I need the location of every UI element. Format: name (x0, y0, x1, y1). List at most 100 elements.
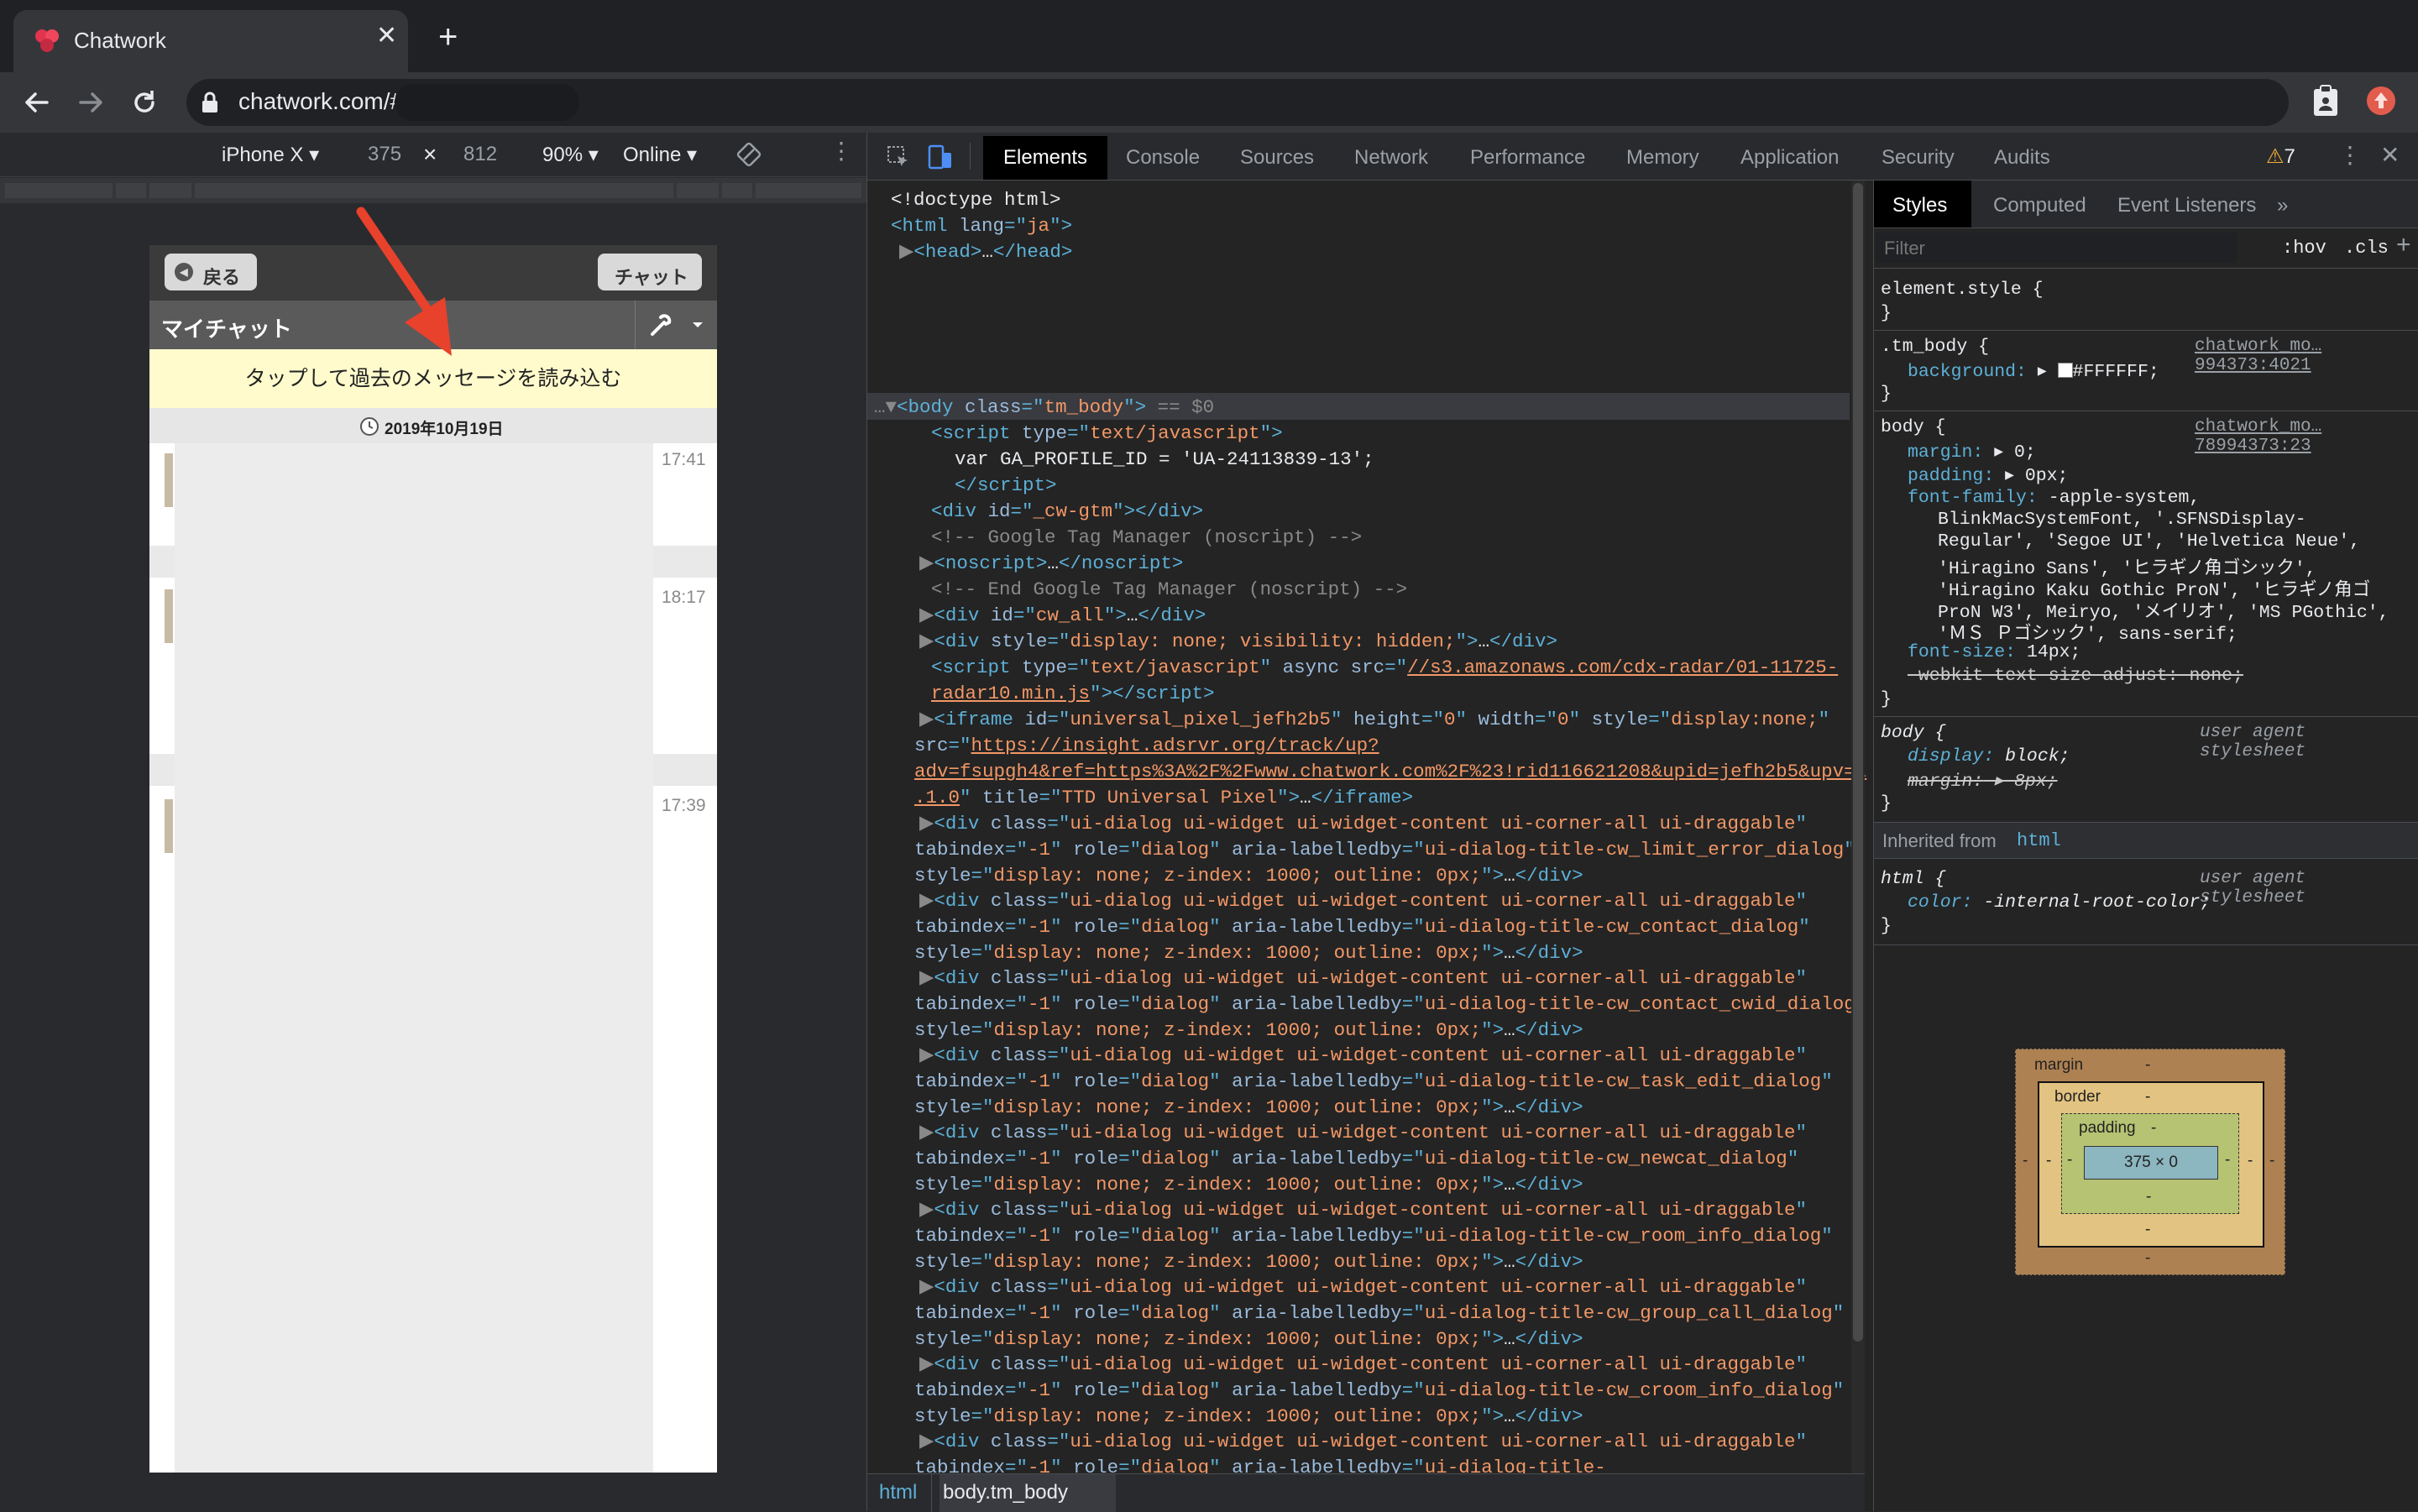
new-tab-button[interactable]: + (438, 20, 458, 54)
zoom-select[interactable]: 90% ▾ (542, 143, 599, 167)
iframe-src-cont[interactable]: adv=fsupgh4&ref=https%3A%2F%2Fwww.chatwo… (914, 759, 1866, 785)
dialog-style[interactable]: style="display: none; z-index: 1000; out… (914, 1095, 1583, 1121)
dialog-node[interactable]: ▶<div class="ui-dialog ui-widget ui-widg… (919, 888, 1807, 914)
clipboard-extension-icon[interactable] (2311, 84, 2341, 118)
script-close[interactable]: </script> (955, 473, 1057, 499)
comment-line[interactable]: <!-- Google Tag Manager (noscript) --> (931, 525, 1362, 551)
body-font-size[interactable]: font-size: 14px; (1908, 642, 2080, 662)
network-throttle-select[interactable]: Online ▾ (623, 143, 697, 167)
tm-body-background[interactable]: background: ▸ #FFFFFF; (1908, 360, 2159, 382)
body-node[interactable]: …▼<body class="tm_body"> == $0 (874, 395, 1214, 421)
ua-body-selector[interactable]: body { (1881, 723, 1945, 743)
browser-tab[interactable] (13, 10, 408, 72)
inspect-element-icon[interactable] (886, 144, 911, 170)
dialog-node[interactable]: ▶<div class="ui-dialog ui-widget ui-widg… (919, 1274, 1807, 1300)
inherited-tag-link[interactable]: html (2017, 830, 2061, 851)
breadcrumb-html[interactable]: html (879, 1481, 917, 1504)
tab-sources[interactable]: Sources (1240, 146, 1314, 170)
tab-styles[interactable]: Styles (1892, 194, 1947, 217)
dialog-node[interactable]: ▶<div class="ui-dialog ui-widget ui-widg… (919, 1197, 1807, 1223)
dialog-style[interactable]: style="display: none; z-index: 1000; out… (914, 1404, 1583, 1430)
tm-body-source-link[interactable]: chatwork_mo…994373:4021 (2195, 337, 2418, 375)
iframe-node[interactable]: ▶<iframe id="universal_pixel_jefh2b5" he… (919, 707, 1829, 733)
elements-scrollbar-thumb[interactable] (1853, 183, 1863, 1342)
new-rule-button[interactable]: + (2396, 231, 2411, 259)
head-node[interactable]: ▶<head>…</head> (899, 239, 1072, 265)
html-selector[interactable]: html { (1881, 869, 1945, 889)
devtools-close-icon[interactable]: ✕ (2380, 141, 2400, 169)
dialog-attrs[interactable]: tabindex="-1" role="dialog" aria-labelle… (914, 1146, 1798, 1172)
tab-network[interactable]: Network (1354, 146, 1428, 170)
back-button[interactable]: ◀ 戻る (165, 254, 257, 290)
body-padding[interactable]: padding: ▸ 0px; (1908, 464, 2068, 486)
dialog-node[interactable]: ▶<div class="ui-dialog ui-widget ui-widg… (919, 1429, 1807, 1455)
device-height[interactable]: 812 (463, 143, 497, 166)
back-arrow-icon[interactable] (22, 87, 52, 118)
tab-console[interactable]: Console (1126, 146, 1200, 170)
body-font-family[interactable]: font-family: -apple-system, (1908, 488, 2200, 508)
elements-tree[interactable]: <!doctype html> <html lang="ja"> ▶<head>… (867, 180, 1866, 1478)
color-swatch[interactable] (2057, 363, 2073, 378)
dialog-style[interactable]: style="display: none; z-index: 1000; out… (914, 1172, 1583, 1198)
url-text[interactable]: chatwork.com/# (238, 88, 403, 115)
profile-avatar-icon[interactable] (2366, 86, 2396, 116)
body-source-link[interactable]: chatwork_mo…78994373:23 (2195, 417, 2418, 456)
warnings-badge[interactable]: ⚠7 (2266, 144, 2295, 169)
tab-more-icon[interactable]: » (2277, 194, 2288, 217)
box-model-margin[interactable]: margin - - - - border - - - - padding - … (2015, 1049, 2285, 1275)
body-margin[interactable]: margin: ▸ 0; (1908, 441, 2036, 463)
dialog-style[interactable]: style="display: none; z-index: 1000; out… (914, 863, 1583, 889)
rotate-icon[interactable] (735, 141, 762, 168)
ua-margin[interactable]: margin: ▸ 8px; (1908, 770, 2058, 792)
dialog-node[interactable]: ▶<div class="ui-dialog ui-widget ui-widg… (919, 1043, 1807, 1069)
tab-memory[interactable]: Memory (1626, 146, 1699, 170)
box-model-border[interactable]: border - - - - padding - - - - 375 × 0 (2038, 1081, 2264, 1248)
tm-body-selector[interactable]: .tm_body { (1881, 337, 1989, 357)
iframe-src[interactable]: src="https://insight.adsrvr.org/track/up… (914, 733, 1379, 759)
hov-toggle[interactable]: :hov (2282, 238, 2326, 259)
dialog-attrs[interactable]: tabindex="-1" role="dialog" aria-labelle… (914, 1300, 1844, 1326)
room-settings-button[interactable] (635, 301, 717, 349)
doctype-line[interactable]: <!doctype html> (891, 187, 1061, 213)
chat-button[interactable]: チャット (598, 254, 702, 290)
reload-icon[interactable] (129, 87, 160, 118)
div-cw-gtm[interactable]: <div id="_cw-gtm"></div> (931, 499, 1203, 525)
more-options-icon[interactable]: ⋮ (830, 139, 853, 163)
forward-arrow-icon[interactable] (76, 87, 106, 118)
box-model-content[interactable]: 375 × 0 (2084, 1146, 2218, 1180)
script-async[interactable]: <script type="text/javascript" async src… (931, 655, 1838, 681)
dialog-attrs[interactable]: tabindex="-1" role="dialog" aria-labelle… (914, 837, 1855, 863)
dialog-style[interactable]: style="display: none; z-index: 1000; out… (914, 1326, 1583, 1352)
dialog-attrs[interactable]: tabindex="-1" role="dialog" aria-labelle… (914, 1069, 1833, 1095)
device-width[interactable]: 375 (368, 143, 401, 166)
dialog-style[interactable]: style="display: none; z-index: 1000; out… (914, 940, 1583, 966)
box-model-padding[interactable]: padding - - - - 375 × 0 (2061, 1113, 2239, 1214)
iframe-title[interactable]: .1.0" title="TTD Universal Pixel">…</ifr… (914, 785, 1413, 811)
element-style-selector[interactable]: element.style { (1881, 280, 2044, 300)
body-webkit-adjust[interactable]: -webkit-text-size-adjust: none; (1908, 666, 2243, 686)
tab-audits[interactable]: Audits (1994, 146, 2050, 170)
noscript-node[interactable]: ▶<noscript>…</noscript> (919, 551, 1183, 577)
device-select[interactable]: iPhone X ▾ (222, 143, 319, 167)
tab-computed[interactable]: Computed (1993, 194, 2086, 217)
tab-close-icon[interactable]: ✕ (376, 24, 397, 49)
dialog-node[interactable]: ▶<div class="ui-dialog ui-widget ui-widg… (919, 811, 1807, 837)
script-async-cont[interactable]: radar10.min.js"></script> (931, 681, 1215, 707)
tab-security[interactable]: Security (1882, 146, 1955, 170)
tab-event-listeners[interactable]: Event Listeners (2117, 194, 2256, 217)
dialog-node[interactable]: ▶<div class="ui-dialog ui-widget ui-widg… (919, 965, 1807, 991)
dialog-attrs[interactable]: tabindex="-1" role="dialog" aria-labelle… (914, 914, 1810, 940)
body-selector[interactable]: body { (1881, 417, 1945, 437)
styles-filter-input[interactable] (1882, 234, 2230, 263)
div-hidden[interactable]: ▶<div style="display: none; visibility: … (919, 629, 1557, 655)
cls-toggle[interactable]: .cls (2344, 238, 2389, 259)
div-cw-all[interactable]: ▶<div id="cw_all">…</div> (919, 603, 1206, 629)
dialog-style[interactable]: style="display: none; z-index: 1000; out… (914, 1249, 1583, 1275)
script-node[interactable]: <script type="text/javascript"> (931, 421, 1283, 447)
breadcrumb-body[interactable]: body.tm_body (943, 1481, 1068, 1504)
dialog-attrs[interactable]: tabindex="-1" role="dialog" aria-labelle… (914, 1223, 1833, 1249)
script-content[interactable]: var GA_PROFILE_ID = 'UA-24113839-13'; (955, 447, 1374, 473)
device-toggle-icon[interactable] (926, 143, 955, 171)
tab-application[interactable]: Application (1740, 146, 1839, 170)
dialog-style[interactable]: style="display: none; z-index: 1000; out… (914, 1018, 1583, 1044)
